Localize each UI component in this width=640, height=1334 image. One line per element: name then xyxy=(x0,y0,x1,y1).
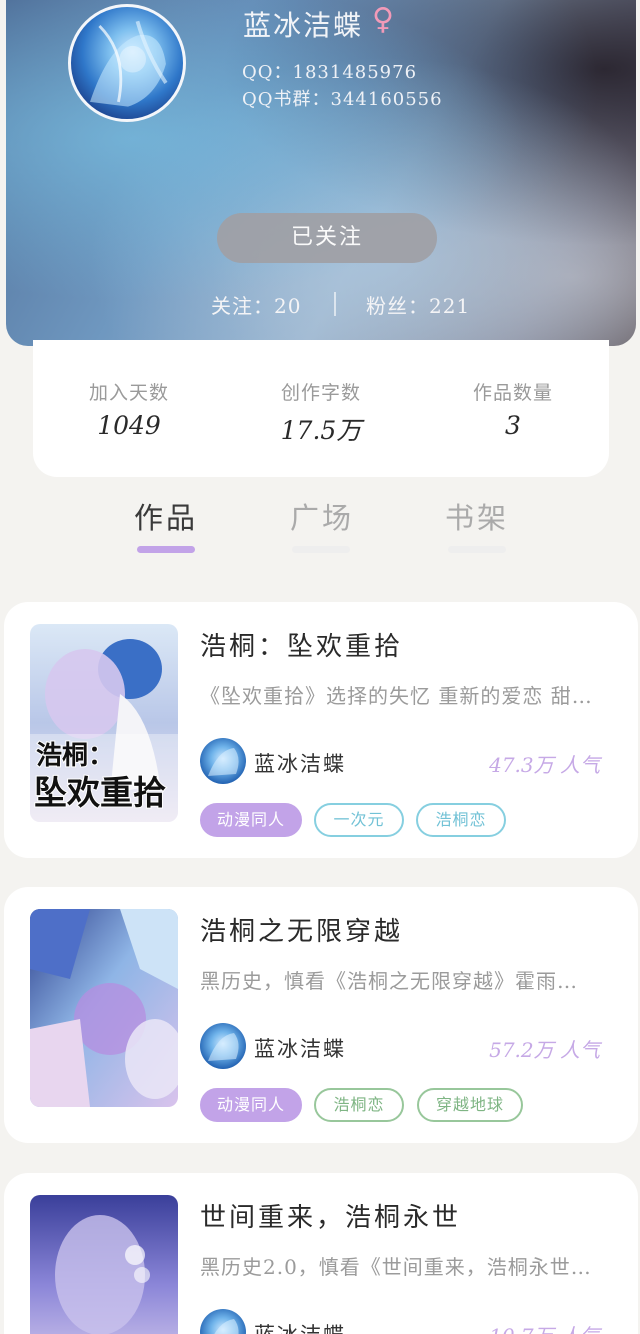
book-description: 黑历史，慎看《浩桐之无限穿越》霍雨… xyxy=(200,969,578,993)
avatar-artwork-icon xyxy=(89,20,168,107)
tab-works-underline xyxy=(137,546,195,553)
book-description: 《坠欢重拾》选择的失忆 重新的爱恋 甜… xyxy=(200,684,593,708)
cover-title-text: 浩桐： xyxy=(36,741,114,771)
qq-number: QQ：1831485976 xyxy=(242,62,418,83)
stat-word-count: 创作字数 17.5万 xyxy=(231,378,411,447)
book-title[interactable]: 世间重来，浩桐永世 xyxy=(200,1197,461,1234)
profile-avatar[interactable] xyxy=(68,4,186,122)
popularity-count: 10.7万 人气 xyxy=(489,1320,600,1334)
following-count[interactable]: 关注：20 xyxy=(211,290,301,319)
book-cover-image-icon: 浩桐： 坠欢重拾 xyxy=(30,624,178,822)
author-avatar-image-icon xyxy=(208,748,239,776)
popularity-count: 57.2万 人气 xyxy=(489,1038,600,1062)
stat-label: 加入天数 xyxy=(88,382,169,404)
book-card[interactable]: 世间重来，浩桐永世 黑历史2.0，慎看《世间重来，浩桐永世… 蓝冰洁蝶 10.7… xyxy=(4,1173,638,1334)
book-cover[interactable] xyxy=(30,1195,178,1334)
followed-button[interactable]: 已关注 xyxy=(217,213,437,263)
author-name: 蓝冰洁蝶 xyxy=(254,752,346,776)
book-description: 黑历史2.0，慎看《世间重来，浩桐永世… xyxy=(200,1255,592,1279)
stat-works-count: 作品数量 3 xyxy=(423,378,603,440)
book-cover[interactable]: 浩桐： 坠欢重拾 xyxy=(30,624,178,822)
profile-nickname: 蓝冰洁蝶 xyxy=(243,9,364,42)
book-cover-image-icon xyxy=(30,909,178,1107)
book-title[interactable]: 浩桐之无限穿越 xyxy=(200,911,403,948)
tab-bookshelf-underline xyxy=(448,546,506,553)
tag[interactable]: 动漫同人 xyxy=(200,803,302,837)
stat-value: 1049 xyxy=(97,411,161,440)
stat-value: 3 xyxy=(505,411,521,440)
popularity-count: 47.3万 人气 xyxy=(489,753,600,777)
book-title[interactable]: 浩桐：坠欢重拾 xyxy=(200,626,403,663)
female-gender-icon: ♀ xyxy=(372,2,394,37)
tab-square-underline xyxy=(292,546,350,553)
tab-works[interactable]: 作品 xyxy=(106,495,226,537)
author-name: 蓝冰洁蝶 xyxy=(254,1037,346,1061)
book-card[interactable]: 浩桐： 坠欢重拾 浩桐：坠欢重拾 《坠欢重拾》选择的失忆 重新的爱恋 甜… 蓝冰… xyxy=(4,602,638,858)
tag[interactable]: 动漫同人 xyxy=(200,1088,302,1122)
fans-count[interactable]: 粉丝：221 xyxy=(366,290,470,319)
stat-label: 作品数量 xyxy=(472,382,553,404)
tag[interactable]: 浩桐恋 xyxy=(314,1088,404,1122)
stat-value: 17.5万 xyxy=(280,416,362,445)
profile-stats-card: 加入天数 1049 创作字数 17.5万 作品数量 3 xyxy=(33,340,609,477)
stat-join-days: 加入天数 1049 xyxy=(39,378,219,440)
tab-square[interactable]: 广场 xyxy=(262,495,382,537)
book-cover[interactable] xyxy=(30,909,178,1107)
author-avatar[interactable] xyxy=(200,738,246,784)
cover-title-text: 坠欢重拾 xyxy=(34,773,166,812)
tag[interactable]: 穿越地球 xyxy=(417,1088,523,1122)
stat-label: 创作字数 xyxy=(280,382,361,404)
tag[interactable]: 浩桐恋 xyxy=(416,803,506,837)
author-avatar[interactable] xyxy=(200,1309,246,1334)
tab-bookshelf[interactable]: 书架 xyxy=(417,495,537,537)
qq-group-number: QQ书群：344160556 xyxy=(242,89,443,110)
author-avatar[interactable] xyxy=(200,1023,246,1069)
tag[interactable]: 一次元 xyxy=(314,803,404,837)
author-avatar-image-icon xyxy=(208,1033,239,1061)
stats-divider xyxy=(334,292,336,316)
author-name: 蓝冰洁蝶 xyxy=(254,1319,346,1334)
author-avatar-image-icon xyxy=(214,1319,239,1334)
profile-header: 蓝冰洁蝶 ♀ QQ：1831485976 QQ书群：344160556 已关注 … xyxy=(6,0,636,346)
book-card[interactable]: 浩桐之无限穿越 黑历史，慎看《浩桐之无限穿越》霍雨… 蓝冰洁蝶 57.2万 人气… xyxy=(4,887,638,1143)
book-cover-image-icon xyxy=(30,1195,178,1334)
